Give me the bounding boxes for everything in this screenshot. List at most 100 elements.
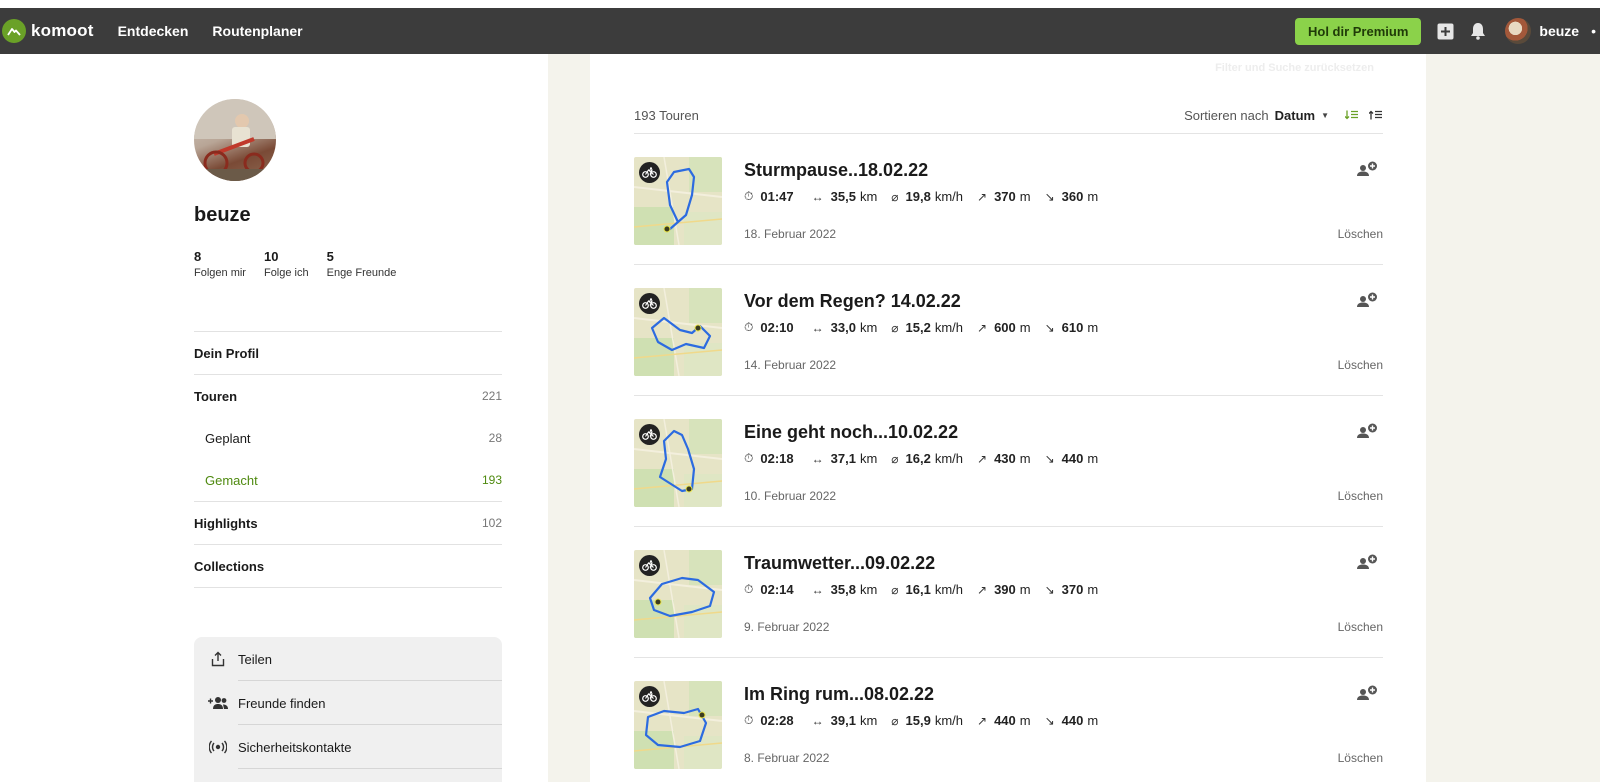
downhill-value: 440 xyxy=(1061,713,1084,728)
uphill-stat: ↗ 600 m xyxy=(977,320,1031,335)
tour-map-thumbnail[interactable] xyxy=(634,288,722,376)
invite-participant-icon[interactable] xyxy=(1357,554,1379,575)
uphill-stat: ↗ 440 m xyxy=(977,713,1031,728)
menu-item-label: Highlights xyxy=(194,515,258,531)
followers-stat[interactable]: 8 Folgen mir xyxy=(194,249,246,279)
menu-item-planned[interactable]: Geplant 28 xyxy=(194,417,502,459)
duration-value: 01:47 xyxy=(760,189,794,204)
speed-unit: km/h xyxy=(934,320,963,335)
tour-map-thumbnail[interactable] xyxy=(634,157,722,245)
delete-link[interactable]: Löschen xyxy=(1338,751,1383,765)
downhill-stat: ↘ 360 m xyxy=(1045,189,1099,204)
planned-count: 28 xyxy=(488,431,502,445)
tour-stats: ⏱ 02:18 ↔ 37,1 km ⌀ 16,2 km/h ↗ 430 m ↘ 440 m xyxy=(744,451,1112,466)
average-speed-icon: ⌀ xyxy=(891,189,899,204)
more-menu-icon[interactable]: • xyxy=(1591,23,1596,39)
follow-stats: 8 Folgen mir 10 Folge ich 5 Enge Freunde xyxy=(194,249,414,279)
sort-descending-icon[interactable] xyxy=(1344,109,1359,123)
menu-item-tours[interactable]: Touren 221 xyxy=(194,374,502,417)
tour-card[interactable]: Im Ring rum...08.02.22 ⏱ 02:28 ↔ 39,1 km ⌀ 1… xyxy=(634,658,1383,782)
distance-stat: ↔ 33,0 km xyxy=(812,320,878,335)
tour-title[interactable]: Vor dem Regen? 14.02.22 xyxy=(744,291,961,312)
duration-value: 02:10 xyxy=(760,320,794,335)
tour-title[interactable]: Sturmpause..18.02.22 xyxy=(744,160,928,181)
nav-routenplaner[interactable]: Routenplaner xyxy=(212,23,302,39)
tour-card[interactable]: Sturmpause..18.02.22 ⏱ 01:47 ↔ 35,5 km ⌀ 19,… xyxy=(634,134,1383,265)
delete-link[interactable]: Löschen xyxy=(1338,358,1383,372)
invite-participant-icon[interactable] xyxy=(1357,685,1379,706)
uphill-arrow-icon: ↗ xyxy=(977,320,988,335)
following-stat[interactable]: 10 Folge ich xyxy=(264,249,309,279)
find-friends-action[interactable]: Freunde finden xyxy=(194,681,502,725)
nav-entdecken[interactable]: Entdecken xyxy=(118,23,189,39)
uphill-stat: ↗ 370 m xyxy=(977,189,1031,204)
following-count: 10 xyxy=(263,249,279,264)
highlights-count: 102 xyxy=(481,516,502,530)
sort-ascending-icon[interactable] xyxy=(1368,109,1383,123)
bike-sport-icon xyxy=(639,555,660,576)
share-action[interactable]: Teilen xyxy=(194,637,502,681)
chevron-down-icon[interactable]: ▼ xyxy=(1321,111,1329,120)
duration-stat: ⏱ 02:10 xyxy=(744,320,798,335)
tour-map-thumbnail[interactable] xyxy=(634,550,722,638)
stopwatch-icon: ⏱ xyxy=(744,713,754,727)
delete-link[interactable]: Löschen xyxy=(1338,489,1383,503)
close-friends-stat[interactable]: 5 Enge Freunde xyxy=(327,249,397,279)
sort-dropdown[interactable]: Datum xyxy=(1275,108,1315,123)
safety-contacts-action[interactable]: Sicherheitskontakte xyxy=(194,725,502,769)
delete-link[interactable]: Löschen xyxy=(1338,620,1383,634)
tour-title[interactable]: Im Ring rum...08.02.22 xyxy=(744,684,934,705)
tours-count: 221 xyxy=(481,389,502,403)
tour-map-thumbnail[interactable] xyxy=(634,681,722,769)
tour-map-thumbnail[interactable] xyxy=(634,419,722,507)
distance-value: 33,0 xyxy=(830,320,856,335)
add-icon[interactable] xyxy=(1436,22,1454,40)
speed-stat: ⌀ 19,8 km/h xyxy=(891,189,963,204)
downhill-unit: m xyxy=(1087,451,1099,466)
bell-icon[interactable] xyxy=(1469,22,1487,40)
menu-item-highlights[interactable]: Highlights 102 xyxy=(194,501,502,544)
tour-card[interactable]: Vor dem Regen? 14.02.22 ⏱ 02:10 ↔ 33,0 km ⌀… xyxy=(634,265,1383,396)
distance-value: 39,1 xyxy=(830,713,856,728)
delete-link[interactable]: Löschen xyxy=(1338,227,1383,241)
menu-item-done[interactable]: Gemacht 193 xyxy=(194,459,502,501)
tour-stats: ⏱ 02:14 ↔ 35,8 km ⌀ 16,1 km/h ↗ 390 m ↘ 370 m xyxy=(744,582,1112,597)
tour-title[interactable]: Eine geht noch...10.02.22 xyxy=(744,422,958,443)
menu-item-label: Dein Profil xyxy=(194,345,260,361)
followers-count: 8 xyxy=(194,249,202,264)
menu-item-label: Geplant xyxy=(205,430,251,446)
menu-item-profile[interactable]: Dein Profil xyxy=(194,331,502,374)
sort-control: Sortieren nach Datum ▼ xyxy=(1184,108,1383,123)
duration-value: 02:28 xyxy=(760,713,794,728)
tour-date: 9. Februar 2022 xyxy=(744,620,830,634)
uphill-unit: m xyxy=(1019,713,1031,728)
tour-title[interactable]: Traumwetter...09.02.22 xyxy=(744,553,935,574)
invite-participant-icon[interactable] xyxy=(1357,292,1379,313)
speed-stat: ⌀ 15,2 km/h xyxy=(891,320,963,335)
filter-reset-link[interactable]: Filter und Suche zurücksetzen xyxy=(1215,62,1374,74)
tour-card[interactable]: Eine geht noch...10.02.22 ⏱ 02:18 ↔ 37,1 km… xyxy=(634,396,1383,527)
profile-menu: Dein Profil Touren 221 Geplant 28 Gemach… xyxy=(194,331,502,588)
tour-stats: ⏱ 01:47 ↔ 35,5 km ⌀ 19,8 km/h ↗ 370 m ↘ 360 m xyxy=(744,189,1112,204)
duration-stat: ⏱ 02:18 xyxy=(744,451,798,466)
distance-unit: km xyxy=(859,451,878,466)
brand-name: komoot xyxy=(31,21,94,40)
distance-unit: km xyxy=(859,582,878,597)
user-avatar[interactable] xyxy=(1505,18,1532,44)
uphill-unit: m xyxy=(1019,582,1031,597)
komoot-logo[interactable]: komoot xyxy=(2,19,94,43)
nav-username[interactable]: beuze xyxy=(1539,23,1579,39)
browser-top-strip xyxy=(0,0,1600,8)
average-speed-icon: ⌀ xyxy=(891,582,899,597)
distance-arrows-icon: ↔ xyxy=(811,320,824,335)
premium-button[interactable]: Hol dir Premium xyxy=(1294,17,1422,45)
share-label: Teilen xyxy=(238,651,272,667)
profile-actions: Teilen Freunde finden Sicherheitskontakt… xyxy=(194,637,502,782)
tour-card[interactable]: Traumwetter...09.02.22 ⏱ 02:14 ↔ 35,8 km ⌀ 1… xyxy=(634,527,1383,658)
invite-participant-icon[interactable] xyxy=(1357,161,1379,182)
safety-contacts-icon xyxy=(206,740,230,754)
average-speed-icon: ⌀ xyxy=(891,451,899,466)
menu-item-collections[interactable]: Collections xyxy=(194,544,502,587)
invite-participant-icon[interactable] xyxy=(1357,423,1379,444)
uphill-arrow-icon: ↗ xyxy=(977,189,988,204)
